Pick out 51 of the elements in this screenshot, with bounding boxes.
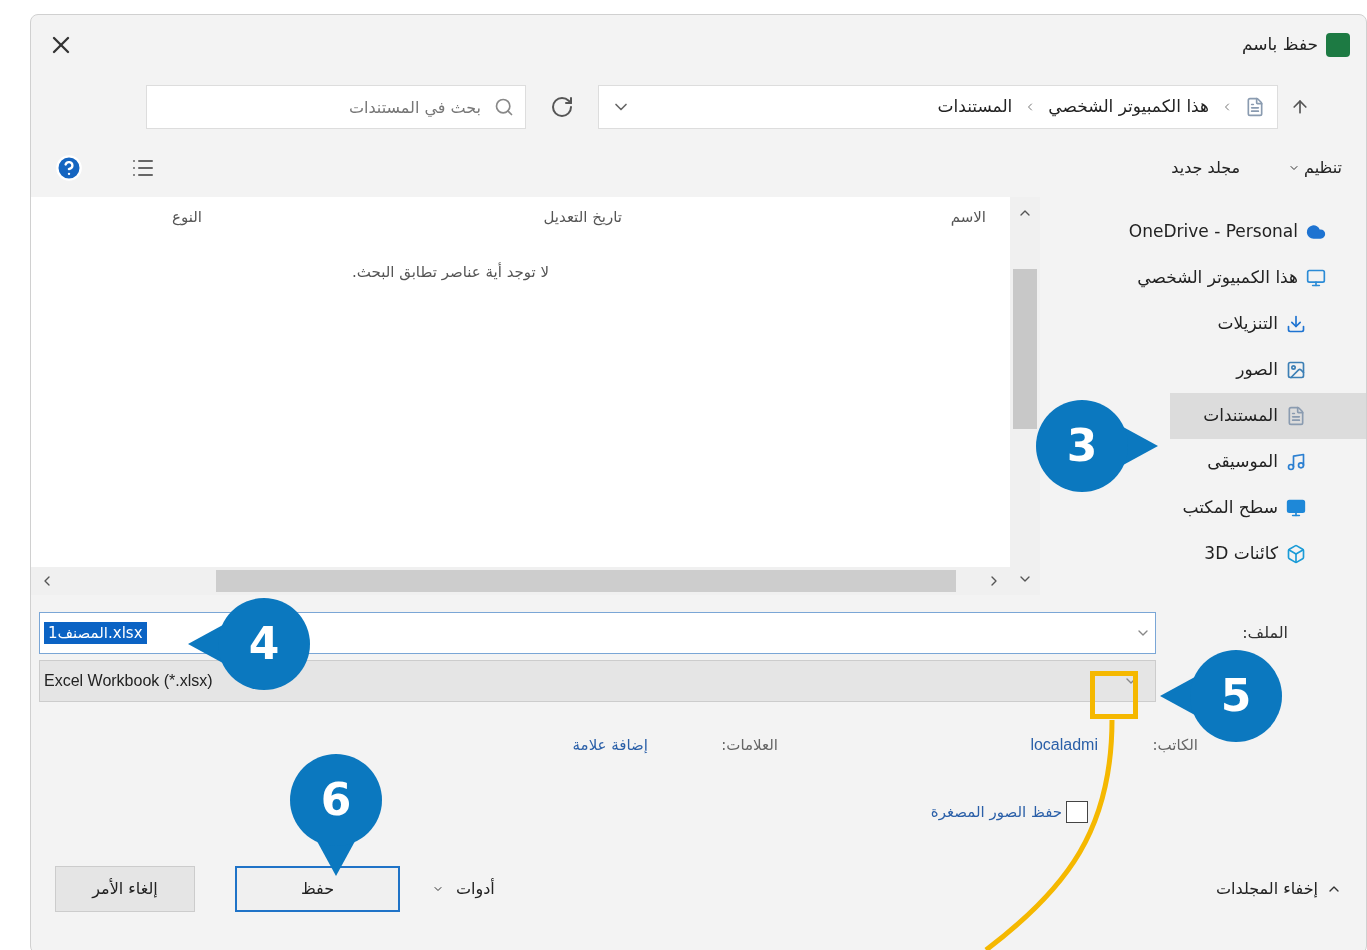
picture-icon: [1286, 360, 1306, 380]
spreadsheet-app-icon: [1326, 33, 1350, 57]
help-icon[interactable]: [55, 154, 83, 182]
add-tag-link[interactable]: إضافة علامة: [572, 733, 648, 757]
tags-label: العلامات:: [720, 734, 779, 756]
horizontal-scrollbar[interactable]: [31, 567, 1010, 595]
search-field[interactable]: بحث في المستندات: [146, 85, 526, 129]
file-type-value: Excel Workbook (*.xlsx): [44, 671, 213, 691]
cloud-icon: [1306, 222, 1326, 242]
download-icon: [1286, 314, 1306, 334]
checkbox[interactable]: [1066, 801, 1088, 823]
music-note-icon: [1286, 452, 1306, 472]
column-header[interactable]: الاسم: [630, 205, 1010, 229]
selected-file-name: المصنف1.xlsx: [44, 621, 147, 645]
cancel-button[interactable]: إلغاء الأمر: [55, 866, 195, 912]
tools-menu[interactable]: أدوات: [456, 877, 495, 901]
document-icon: [1286, 406, 1306, 426]
address-bar[interactable]: هذا الكمبيوتر الشخصي المستندات: [598, 85, 1278, 129]
scrollbar-thumb[interactable]: [216, 570, 956, 592]
column-header[interactable]: تاريخ التعديل: [210, 205, 630, 229]
step-number-callout: 6: [288, 752, 384, 876]
sidebar-item[interactable]: هذا الكمبيوتر الشخصي: [1137, 255, 1366, 301]
file-name-label: الملف:: [1241, 622, 1289, 644]
empty-message: لا توجد أية عناصر تطابق البحث.: [351, 261, 550, 283]
breadcrumb-item[interactable]: المستندات: [937, 94, 1013, 120]
highlight-frame: [1090, 671, 1138, 719]
breadcrumb-item[interactable]: هذا الكمبيوتر الشخصي: [1048, 94, 1209, 120]
computer-icon: [1306, 268, 1326, 288]
sidebar-item[interactable]: كائنات 3D: [1204, 531, 1366, 577]
hide-folders-button[interactable]: إخفاء المجلدات: [1216, 877, 1318, 901]
search-icon: [494, 97, 514, 117]
sidebar-item[interactable]: المستندات: [1170, 393, 1366, 439]
monitor-icon: [1286, 498, 1306, 518]
refresh-icon[interactable]: [550, 95, 574, 119]
sidebar-item[interactable]: التنزيلات: [1217, 301, 1366, 347]
sidebar-item[interactable]: الصور: [1236, 347, 1366, 393]
cube-icon: [1286, 544, 1306, 564]
column-header[interactable]: النوع: [172, 205, 210, 229]
sidebar-item[interactable]: OneDrive - Personal: [1128, 209, 1366, 255]
step-number-callout: 3: [1034, 398, 1158, 494]
organize-menu[interactable]: تنظيم: [1304, 156, 1342, 180]
file-type-dropdown[interactable]: Excel Workbook (*.xlsx): [39, 660, 1156, 702]
new-folder-button[interactable]: مجلد جديد: [1171, 156, 1241, 180]
sidebar-item[interactable]: سطح المكتب: [1182, 485, 1366, 531]
scrollbar-thumb[interactable]: [1013, 269, 1037, 429]
author-link[interactable]: localadmi: [838, 733, 1098, 757]
thumbnail-checkbox-label: حفظ الصور المصغرة: [930, 801, 1062, 823]
sidebar-item[interactable]: الموسيقى: [1207, 439, 1366, 485]
document-icon: [1245, 97, 1265, 117]
save-button[interactable]: حفظ: [235, 866, 400, 912]
window-title: حفظ باسم: [1241, 33, 1318, 57]
